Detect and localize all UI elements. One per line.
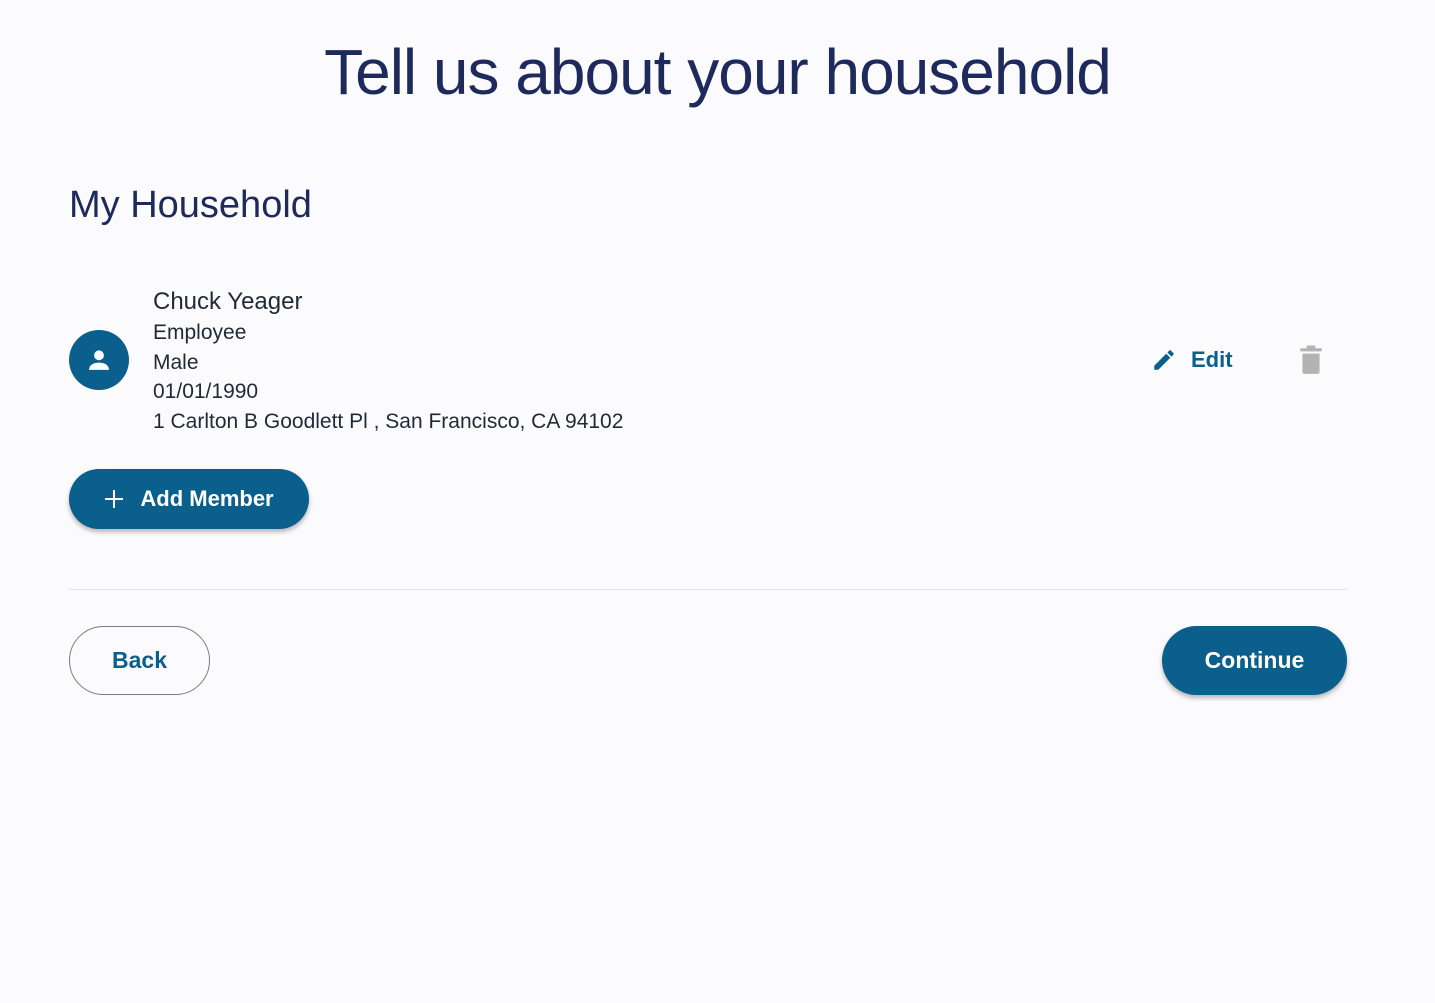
add-member-label: Add Member <box>140 486 274 511</box>
section-title: My Household <box>69 184 312 226</box>
plus-icon <box>105 490 124 508</box>
member-address: 1 Carlton B Goodlett Pl , San Francisco,… <box>153 409 624 433</box>
back-button[interactable]: Back <box>69 626 210 695</box>
continue-button[interactable]: Continue <box>1162 626 1347 695</box>
edit-label: Edit <box>1191 347 1233 372</box>
page-title: Tell us about your household <box>324 36 1112 108</box>
divider <box>69 589 1347 590</box>
member-name: Chuck Yeager <box>153 288 303 315</box>
delete-member-button[interactable] <box>1295 344 1327 376</box>
member-role: Employee <box>153 321 247 344</box>
member-gender: Male <box>153 350 199 374</box>
member-dob: 01/01/1990 <box>153 380 259 403</box>
member-info: Chuck Yeager Employee Male 01/01/1990 1 … <box>153 286 623 436</box>
edit-member-button[interactable]: Edit <box>1151 342 1233 378</box>
household-member-row: Chuck Yeager Employee Male 01/01/1990 1 … <box>69 286 1347 436</box>
pencil-icon <box>1154 350 1174 370</box>
avatar <box>69 330 129 390</box>
person-icon <box>89 350 109 370</box>
trash-icon <box>1300 345 1322 374</box>
add-member-button[interactable]: Add Member <box>69 469 309 529</box>
